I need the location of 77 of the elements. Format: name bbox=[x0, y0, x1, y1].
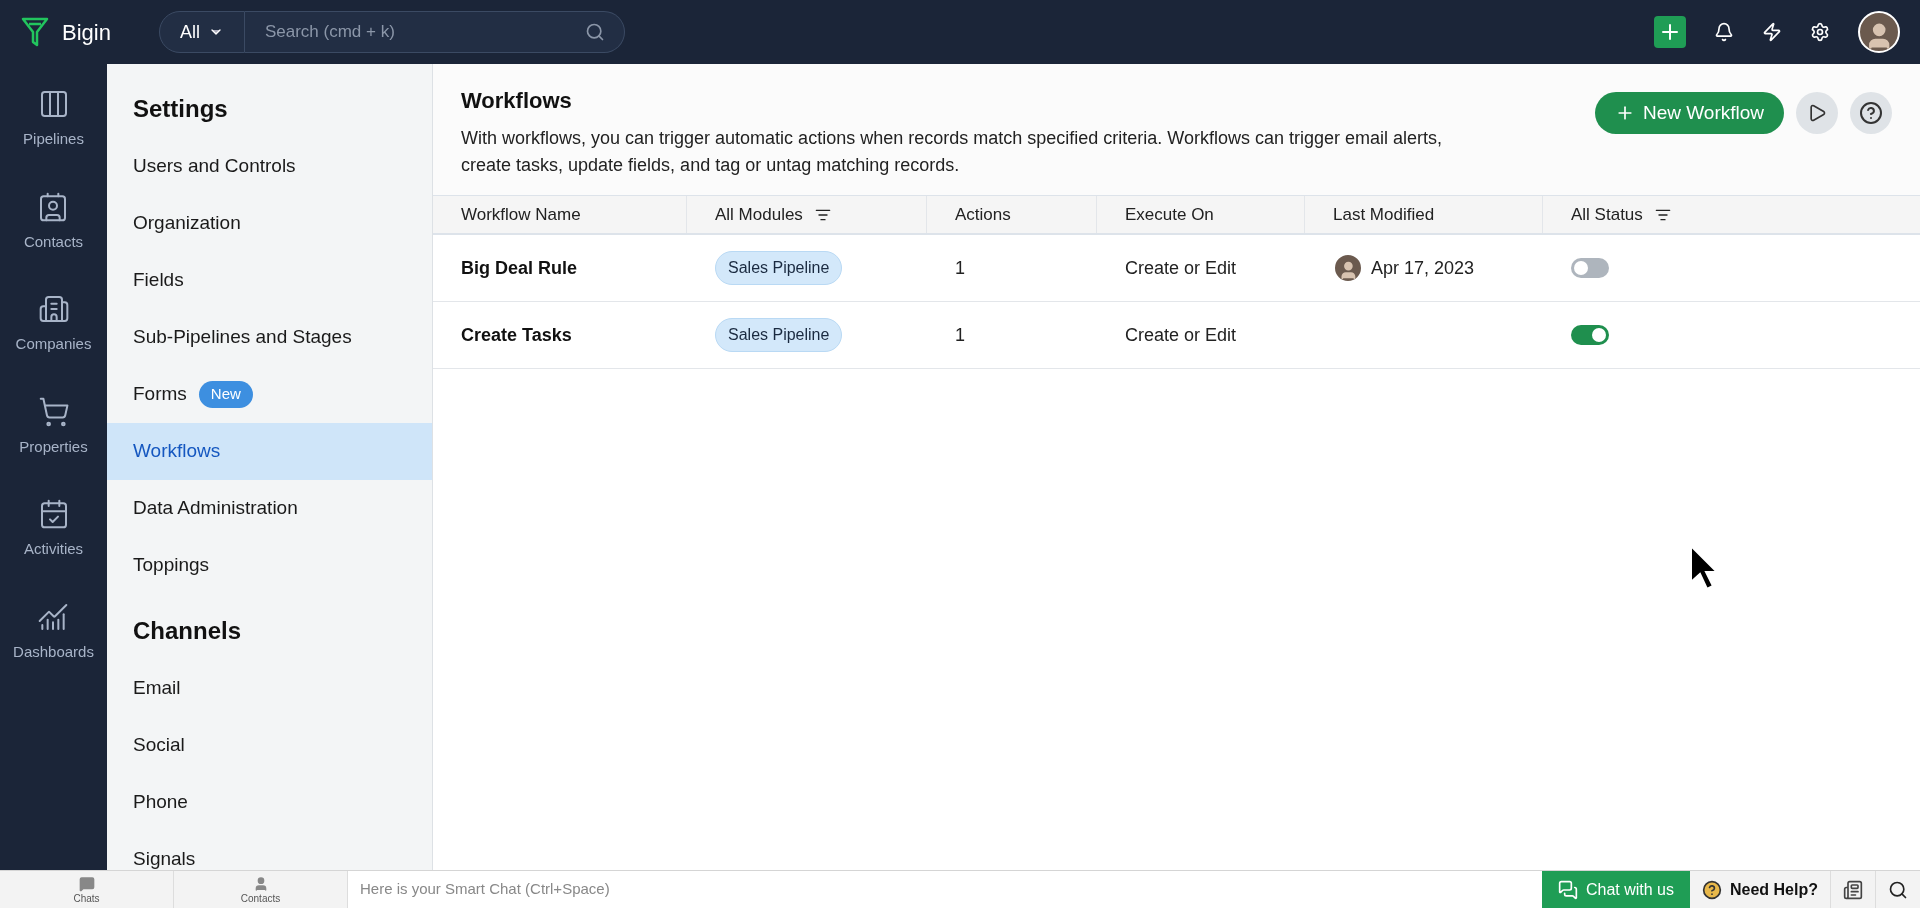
play-icon bbox=[1807, 103, 1827, 123]
section-heading: Channels bbox=[132, 616, 243, 646]
bell-icon[interactable] bbox=[1714, 22, 1734, 42]
status-toggle[interactable] bbox=[1571, 325, 1609, 345]
play-button[interactable] bbox=[1796, 92, 1838, 134]
modified-date: Apr 17, 2023 bbox=[1371, 256, 1475, 280]
sidebar-item[interactable]: Organization bbox=[107, 195, 432, 252]
item-label: Sub-Pipelines and Stages bbox=[133, 325, 352, 350]
item-label: Toppings bbox=[133, 553, 210, 578]
search-icon[interactable] bbox=[584, 22, 605, 42]
sidebar-item[interactable]: Phone bbox=[107, 774, 432, 831]
rail-item[interactable]: Pipelines bbox=[23, 88, 84, 151]
item-label: Signals bbox=[133, 847, 196, 870]
sidebar-item[interactable]: Fields bbox=[107, 252, 432, 309]
sidebar-item[interactable]: Workflows bbox=[107, 423, 432, 480]
sidebar-item[interactable]: Email bbox=[107, 660, 432, 717]
search-field[interactable]: Search (cmd + k) bbox=[244, 11, 625, 53]
status-toggle[interactable] bbox=[1571, 258, 1609, 278]
item-label: Email bbox=[133, 676, 181, 701]
settings-icon[interactable] bbox=[1810, 22, 1830, 42]
item-label: Users and Controls bbox=[133, 154, 296, 179]
item-label: Organization bbox=[133, 211, 241, 236]
column-header[interactable]: Execute On bbox=[1097, 196, 1305, 233]
help-icon bbox=[1702, 879, 1722, 900]
sidebar-item[interactable]: Forms New bbox=[107, 366, 432, 423]
table-cell-text: 1 bbox=[954, 323, 966, 347]
add-button[interactable] bbox=[1654, 16, 1686, 48]
sidebar-item[interactable]: Sub-Pipelines and Stages bbox=[107, 309, 432, 366]
rail-item[interactable]: Properties bbox=[19, 395, 88, 458]
avatar bbox=[1858, 11, 1900, 53]
column-header[interactable]: Last Modified bbox=[1305, 196, 1543, 233]
rail-item[interactable]: Dashboards bbox=[13, 600, 94, 663]
sidebar-item[interactable]: Users and Controls bbox=[107, 138, 432, 195]
sidebar-item[interactable]: Data Administration bbox=[107, 480, 432, 537]
table-cell-text: 1 bbox=[954, 256, 966, 280]
page-title: Workflows bbox=[461, 87, 573, 115]
table-cell-text: Create Tasks bbox=[460, 323, 573, 347]
sidebar-item[interactable]: Signals bbox=[107, 831, 432, 870]
bolt-icon[interactable] bbox=[1762, 22, 1782, 42]
chat-icon bbox=[1557, 879, 1578, 900]
module-tag: Sales Pipeline bbox=[715, 251, 843, 285]
chat-bubble-icon bbox=[78, 875, 95, 892]
rail-item[interactable]: Contacts bbox=[23, 190, 84, 253]
item-label: Data Administration bbox=[133, 496, 298, 521]
need-help-button[interactable]: Need Help? bbox=[1690, 871, 1831, 908]
module-tag: Sales Pipeline bbox=[715, 318, 843, 352]
search-scope-dropdown[interactable]: All bbox=[158, 11, 245, 53]
sidebar-item[interactable]: Social bbox=[107, 717, 432, 774]
help-button[interactable] bbox=[1850, 92, 1892, 134]
column-header[interactable]: All Status bbox=[1543, 196, 1920, 233]
cart-icon bbox=[37, 395, 70, 428]
item-label: Phone bbox=[133, 790, 188, 815]
logo-icon bbox=[20, 16, 50, 48]
column-header[interactable]: All Modules bbox=[687, 196, 927, 233]
new-badge: New bbox=[198, 381, 253, 408]
item-label: Workflows bbox=[133, 439, 221, 464]
section-heading: Settings bbox=[132, 94, 229, 124]
building-icon bbox=[37, 293, 70, 325]
column-header[interactable]: Actions bbox=[927, 196, 1097, 233]
new-workflow-button[interactable]: New Workflow bbox=[1594, 92, 1784, 134]
column-header[interactable]: Workflow Name bbox=[433, 196, 687, 233]
table-cell-text: Create or Edit bbox=[1124, 323, 1238, 347]
smart-chat-field[interactable]: Here is your Smart Chat (Ctrl+Space) bbox=[348, 871, 1542, 908]
page-description: With workflows, you can trigger automatic actions when records match specified criteria. Workflows can trigger email alerts, create tasks, update fields, and tag or untag matching records. bbox=[461, 127, 1444, 177]
search-icon bbox=[1888, 879, 1908, 900]
table-cell-text: Big Deal Rule bbox=[460, 256, 579, 280]
sidebar-item[interactable]: Toppings bbox=[107, 537, 432, 594]
table-cell-text: Create or Edit bbox=[1124, 256, 1238, 280]
rail-item[interactable]: Activities bbox=[23, 498, 84, 561]
help-icon bbox=[1859, 101, 1883, 125]
item-label: Social bbox=[133, 733, 185, 758]
rail-item[interactable]: Companies bbox=[15, 293, 92, 356]
news-icon bbox=[1843, 879, 1863, 900]
brand-name: Bigin bbox=[62, 18, 111, 47]
item-label: Forms bbox=[133, 382, 187, 407]
item-label: Fields bbox=[133, 268, 184, 293]
bottom-tab[interactable]: Chats bbox=[0, 871, 174, 908]
